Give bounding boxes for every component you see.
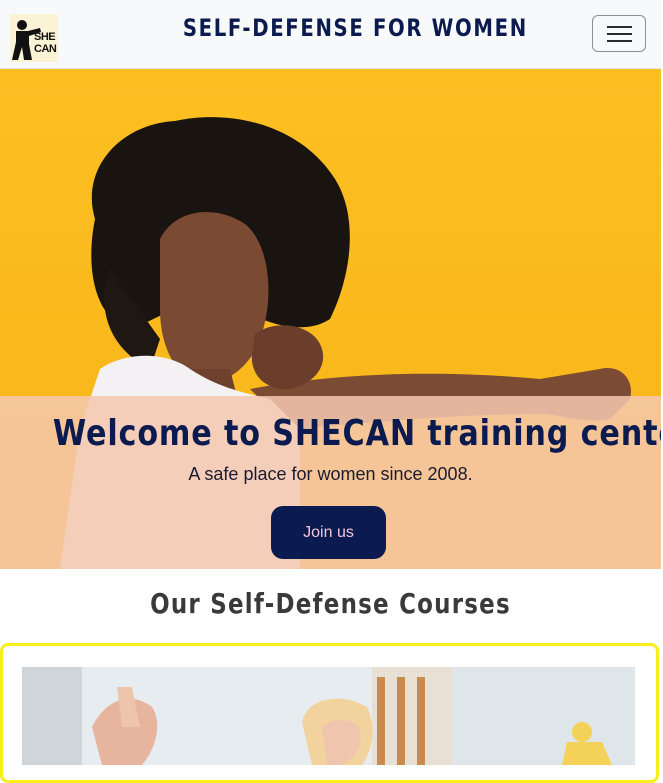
hamburger-menu-icon bbox=[607, 26, 632, 28]
hamburger-menu-icon bbox=[607, 40, 632, 42]
courses-section-title: Our Self-Defense Courses bbox=[150, 587, 511, 620]
hero-heading: Welcome to SHECAN training center! bbox=[52, 413, 661, 454]
hero-subheading: A safe place for women since 2008. bbox=[188, 464, 473, 484]
logo-text-can: CAN bbox=[34, 43, 57, 55]
site-title: SELF-DEFENSE FOR WOMEN bbox=[182, 14, 528, 42]
logo-text-she: SHE bbox=[34, 31, 56, 43]
course-photo-training bbox=[22, 667, 635, 765]
course-card-image bbox=[22, 667, 635, 765]
hamburger-menu-icon bbox=[607, 33, 632, 35]
hero-banner: Welcome to SHECAN training center! A saf… bbox=[0, 69, 661, 569]
shecan-logo[interactable]: SHE CAN bbox=[10, 14, 58, 62]
navbar: SHE CAN SELF-DEFENSE FOR WOMEN bbox=[0, 0, 661, 69]
join-us-button[interactable]: Join us bbox=[271, 506, 386, 559]
navbar-toggle-button[interactable] bbox=[592, 15, 646, 52]
